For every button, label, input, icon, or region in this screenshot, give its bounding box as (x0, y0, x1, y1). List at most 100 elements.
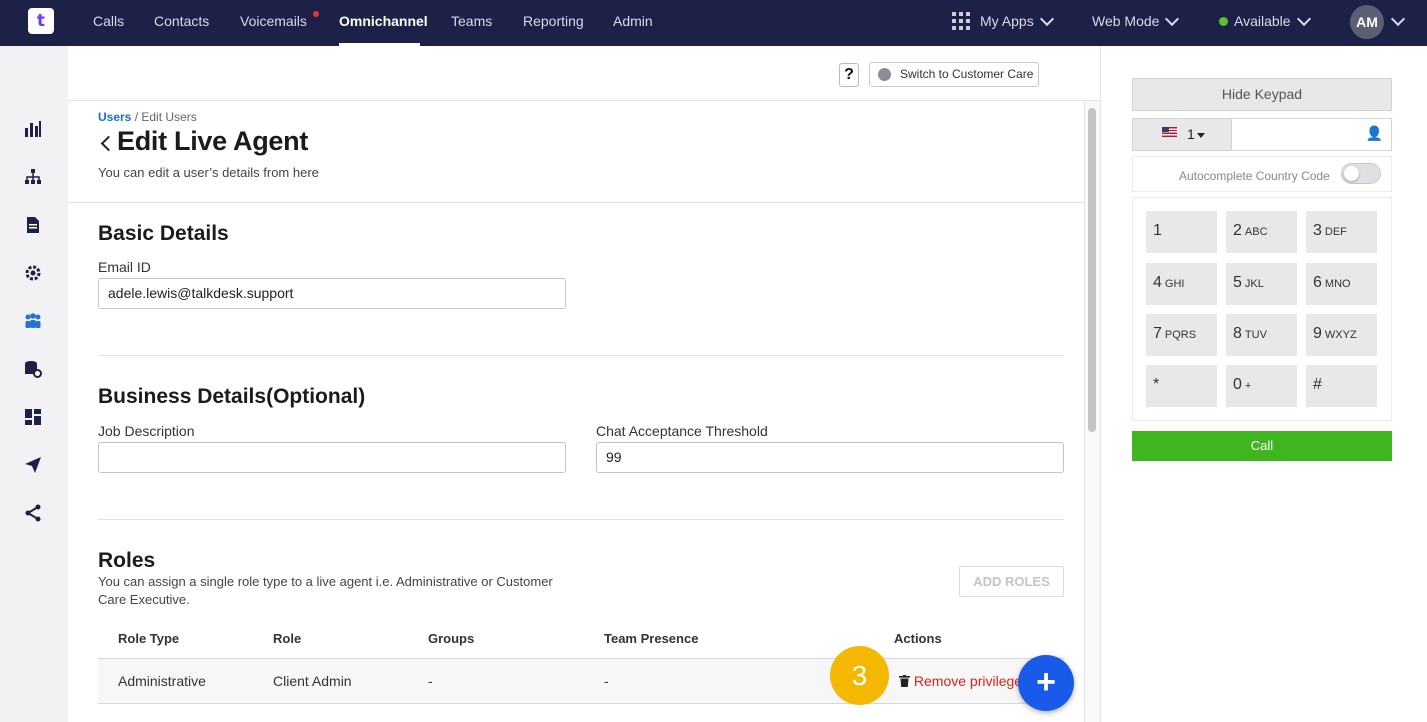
back-chevron-icon[interactable] (100, 135, 117, 152)
divider (98, 519, 1064, 520)
email-label: Email ID (98, 259, 151, 275)
keypad-key-4[interactable]: 4 GHI (1146, 263, 1217, 305)
autocomplete-label: Autocomplete Country Code (1179, 169, 1330, 183)
nav-reporting[interactable]: Reporting (523, 13, 584, 29)
key-digit: * (1153, 376, 1160, 393)
left-sidebar (0, 46, 68, 722)
toggle-knob (1344, 166, 1359, 181)
breadcrumb-users-link[interactable]: Users (98, 110, 131, 124)
status-available-dot (1219, 17, 1228, 26)
key-letters: GHI (1164, 278, 1185, 290)
document-icon[interactable] (24, 216, 42, 234)
nav-contacts[interactable]: Contacts (154, 13, 209, 29)
scrollbar-thumb[interactable] (1088, 108, 1096, 432)
key-letters: + (1244, 380, 1252, 392)
keypad-key-hash[interactable]: # (1306, 365, 1377, 407)
keypad: 1 2 ABC 3 DEF 4 GHI 5 JKL 6 MNO 7 PQRS 8 TUV 9W… (1132, 197, 1392, 421)
roles-description: You can assign a single role type to a l… (98, 574, 553, 607)
web-mode-menu[interactable]: Web Mode (1092, 13, 1159, 29)
contact-person-icon[interactable]: 👤 (1366, 126, 1383, 142)
trash-icon (899, 675, 910, 687)
help-button[interactable]: ? (839, 63, 859, 87)
keypad-key-2[interactable]: 2 ABC (1226, 211, 1297, 253)
add-fab-button[interactable]: + (1018, 655, 1074, 711)
gear-icon[interactable] (24, 264, 42, 282)
cell-groups: - (428, 673, 433, 689)
breadcrumb-current: / Edit Users (131, 110, 197, 124)
key-digit: 7 (1153, 325, 1162, 342)
step-badge: 3 (830, 646, 889, 705)
breadcrumb: Users / Edit Users (98, 110, 197, 124)
bar-chart-icon[interactable] (24, 120, 42, 138)
keypad-key-5[interactable]: 5 JKL (1226, 263, 1297, 305)
status-menu[interactable]: Available (1234, 13, 1291, 29)
chevron-down-icon[interactable] (1296, 11, 1312, 27)
talkdesk-logo[interactable]: t (28, 8, 54, 34)
business-details-title: Business Details(Optional) (98, 385, 366, 408)
user-switch-icon (878, 68, 891, 81)
divider (68, 100, 1100, 101)
share-icon[interactable] (24, 504, 42, 522)
divider (68, 202, 1084, 203)
nav-teams[interactable]: Teams (451, 13, 492, 29)
add-roles-button[interactable]: ADD ROLES (959, 566, 1064, 597)
apps-grid-icon[interactable] (952, 12, 970, 30)
keypad-key-8[interactable]: 8 TUV (1226, 314, 1297, 356)
divider (98, 703, 1064, 704)
divider (98, 355, 1064, 356)
keypad-key-1[interactable]: 1 (1146, 211, 1217, 253)
key-digit: 0 (1233, 376, 1242, 393)
my-apps-menu[interactable]: My Apps (980, 13, 1034, 29)
key-digit: 6 (1313, 274, 1322, 291)
keypad-key-9[interactable]: 9 WXYZ (1306, 314, 1377, 356)
key-digit: 5 (1233, 274, 1242, 291)
autocomplete-country-code-row: Autocomplete Country Code (1132, 156, 1392, 192)
page-subtitle: You can edit a user’s details from here (98, 165, 319, 180)
key-digit: 2 (1233, 222, 1242, 239)
column-header-actions: Actions (894, 631, 942, 646)
keypad-key-star[interactable]: * (1146, 365, 1217, 407)
chat-threshold-field[interactable]: 99 (596, 442, 1064, 473)
call-button[interactable]: Call (1132, 431, 1392, 461)
dialer-panel: Hide Keypad 1 👤 Autocomplete Country Cod… (1100, 46, 1427, 722)
nav-admin[interactable]: Admin (613, 13, 653, 29)
send-icon[interactable] (24, 456, 42, 474)
caret-down-icon (1197, 133, 1205, 138)
database-settings-icon[interactable] (24, 360, 42, 378)
chat-threshold-label: Chat Acceptance Threshold (596, 423, 768, 439)
autocomplete-toggle[interactable] (1341, 163, 1381, 184)
dashboard-icon[interactable] (24, 408, 42, 426)
voicemail-notification-dot (313, 11, 319, 17)
email-field[interactable]: adele.lewis@talkdesk.support (98, 278, 566, 309)
nav-voicemails[interactable]: Voicemails (240, 13, 307, 29)
org-chart-icon[interactable] (24, 168, 42, 186)
people-icon[interactable] (24, 312, 42, 330)
keypad-key-7[interactable]: 7 PQRS (1146, 314, 1217, 356)
nav-omnichannel[interactable]: Omnichannel (339, 13, 428, 29)
phone-number-row: 1 👤 (1132, 118, 1392, 151)
chevron-down-icon[interactable] (1039, 11, 1055, 27)
user-avatar[interactable]: AM (1350, 5, 1384, 39)
column-header-groups[interactable]: Groups (428, 631, 474, 646)
job-description-field[interactable] (98, 442, 566, 473)
column-header-team-presence[interactable]: Team Presence (604, 631, 698, 646)
us-flag-icon (1162, 127, 1177, 137)
nav-calls[interactable]: Calls (93, 13, 124, 29)
column-header-role-type[interactable]: Role Type (118, 631, 179, 646)
keypad-key-0[interactable]: 0 + (1226, 365, 1297, 407)
keypad-key-6[interactable]: 6 MNO (1306, 263, 1377, 305)
column-header-role[interactable]: Role (273, 631, 301, 646)
top-nav: t Calls Contacts Voicemails Omnichannel … (0, 0, 1427, 46)
chevron-down-icon[interactable] (1390, 11, 1406, 27)
switch-to-customer-care-button[interactable]: Switch to Customer Care (869, 62, 1039, 87)
keypad-key-3[interactable]: 3 DEF (1306, 211, 1377, 253)
cell-role-type: Administrative (118, 673, 206, 689)
remove-privilege-label: Remove privilege (913, 673, 1023, 689)
key-digit: 8 (1233, 325, 1242, 342)
country-code-select[interactable]: 1 (1133, 119, 1232, 150)
chevron-down-icon[interactable] (1164, 11, 1180, 27)
remove-privilege-link[interactable]: Remove privilege (899, 673, 1022, 689)
hide-keypad-button[interactable]: Hide Keypad (1132, 78, 1392, 111)
key-letters: PQRS (1164, 329, 1197, 341)
key-digit: 1 (1153, 222, 1162, 239)
